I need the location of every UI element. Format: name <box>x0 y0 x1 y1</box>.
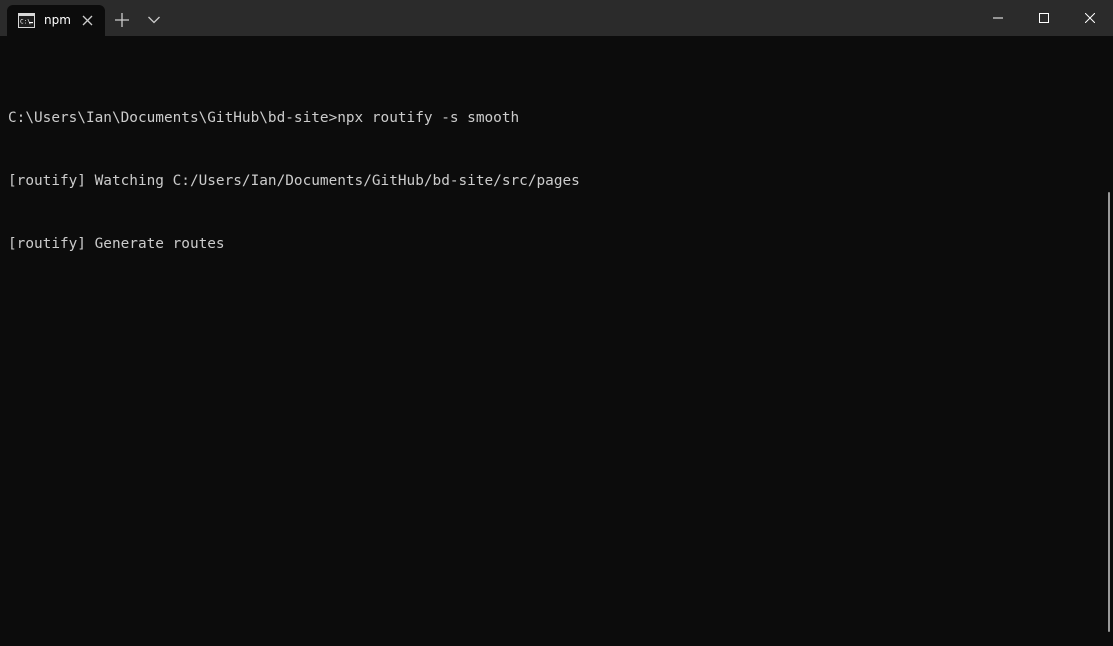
close-icon <box>1085 13 1095 23</box>
minimize-button[interactable] <box>975 0 1021 36</box>
new-tab-button[interactable] <box>110 8 134 32</box>
tab-title: npm <box>44 13 71 27</box>
command-prompt-icon: C:\ <box>18 13 35 28</box>
scrollbar[interactable] <box>1108 192 1110 632</box>
terminal-line: [routify] Watching C:/Users/Ian/Document… <box>8 173 580 189</box>
profile-dropdown-button[interactable] <box>142 8 166 32</box>
terminal-output[interactable]: C:\Users\Ian\Documents\GitHub\bd-site>np… <box>8 66 1098 636</box>
minimize-icon <box>993 17 1003 19</box>
terminal-line: C:\Users\Ian\Documents\GitHub\bd-site>np… <box>8 110 520 126</box>
tab-npm[interactable]: C:\ npm <box>7 5 105 36</box>
maximize-button[interactable] <box>1021 0 1067 36</box>
tab-close-button[interactable] <box>80 13 95 28</box>
maximize-icon <box>1039 13 1049 23</box>
chevron-down-icon <box>148 16 160 24</box>
title-bar[interactable]: C:\ npm <box>0 0 1113 36</box>
close-button[interactable] <box>1067 0 1113 36</box>
terminal-line: [routify] Generate routes <box>8 236 225 252</box>
plus-icon <box>115 13 129 27</box>
terminal-window: C:\ npm C:\Users\Ian\Documents\GitHub\bd… <box>0 0 1113 646</box>
close-icon <box>82 15 93 26</box>
